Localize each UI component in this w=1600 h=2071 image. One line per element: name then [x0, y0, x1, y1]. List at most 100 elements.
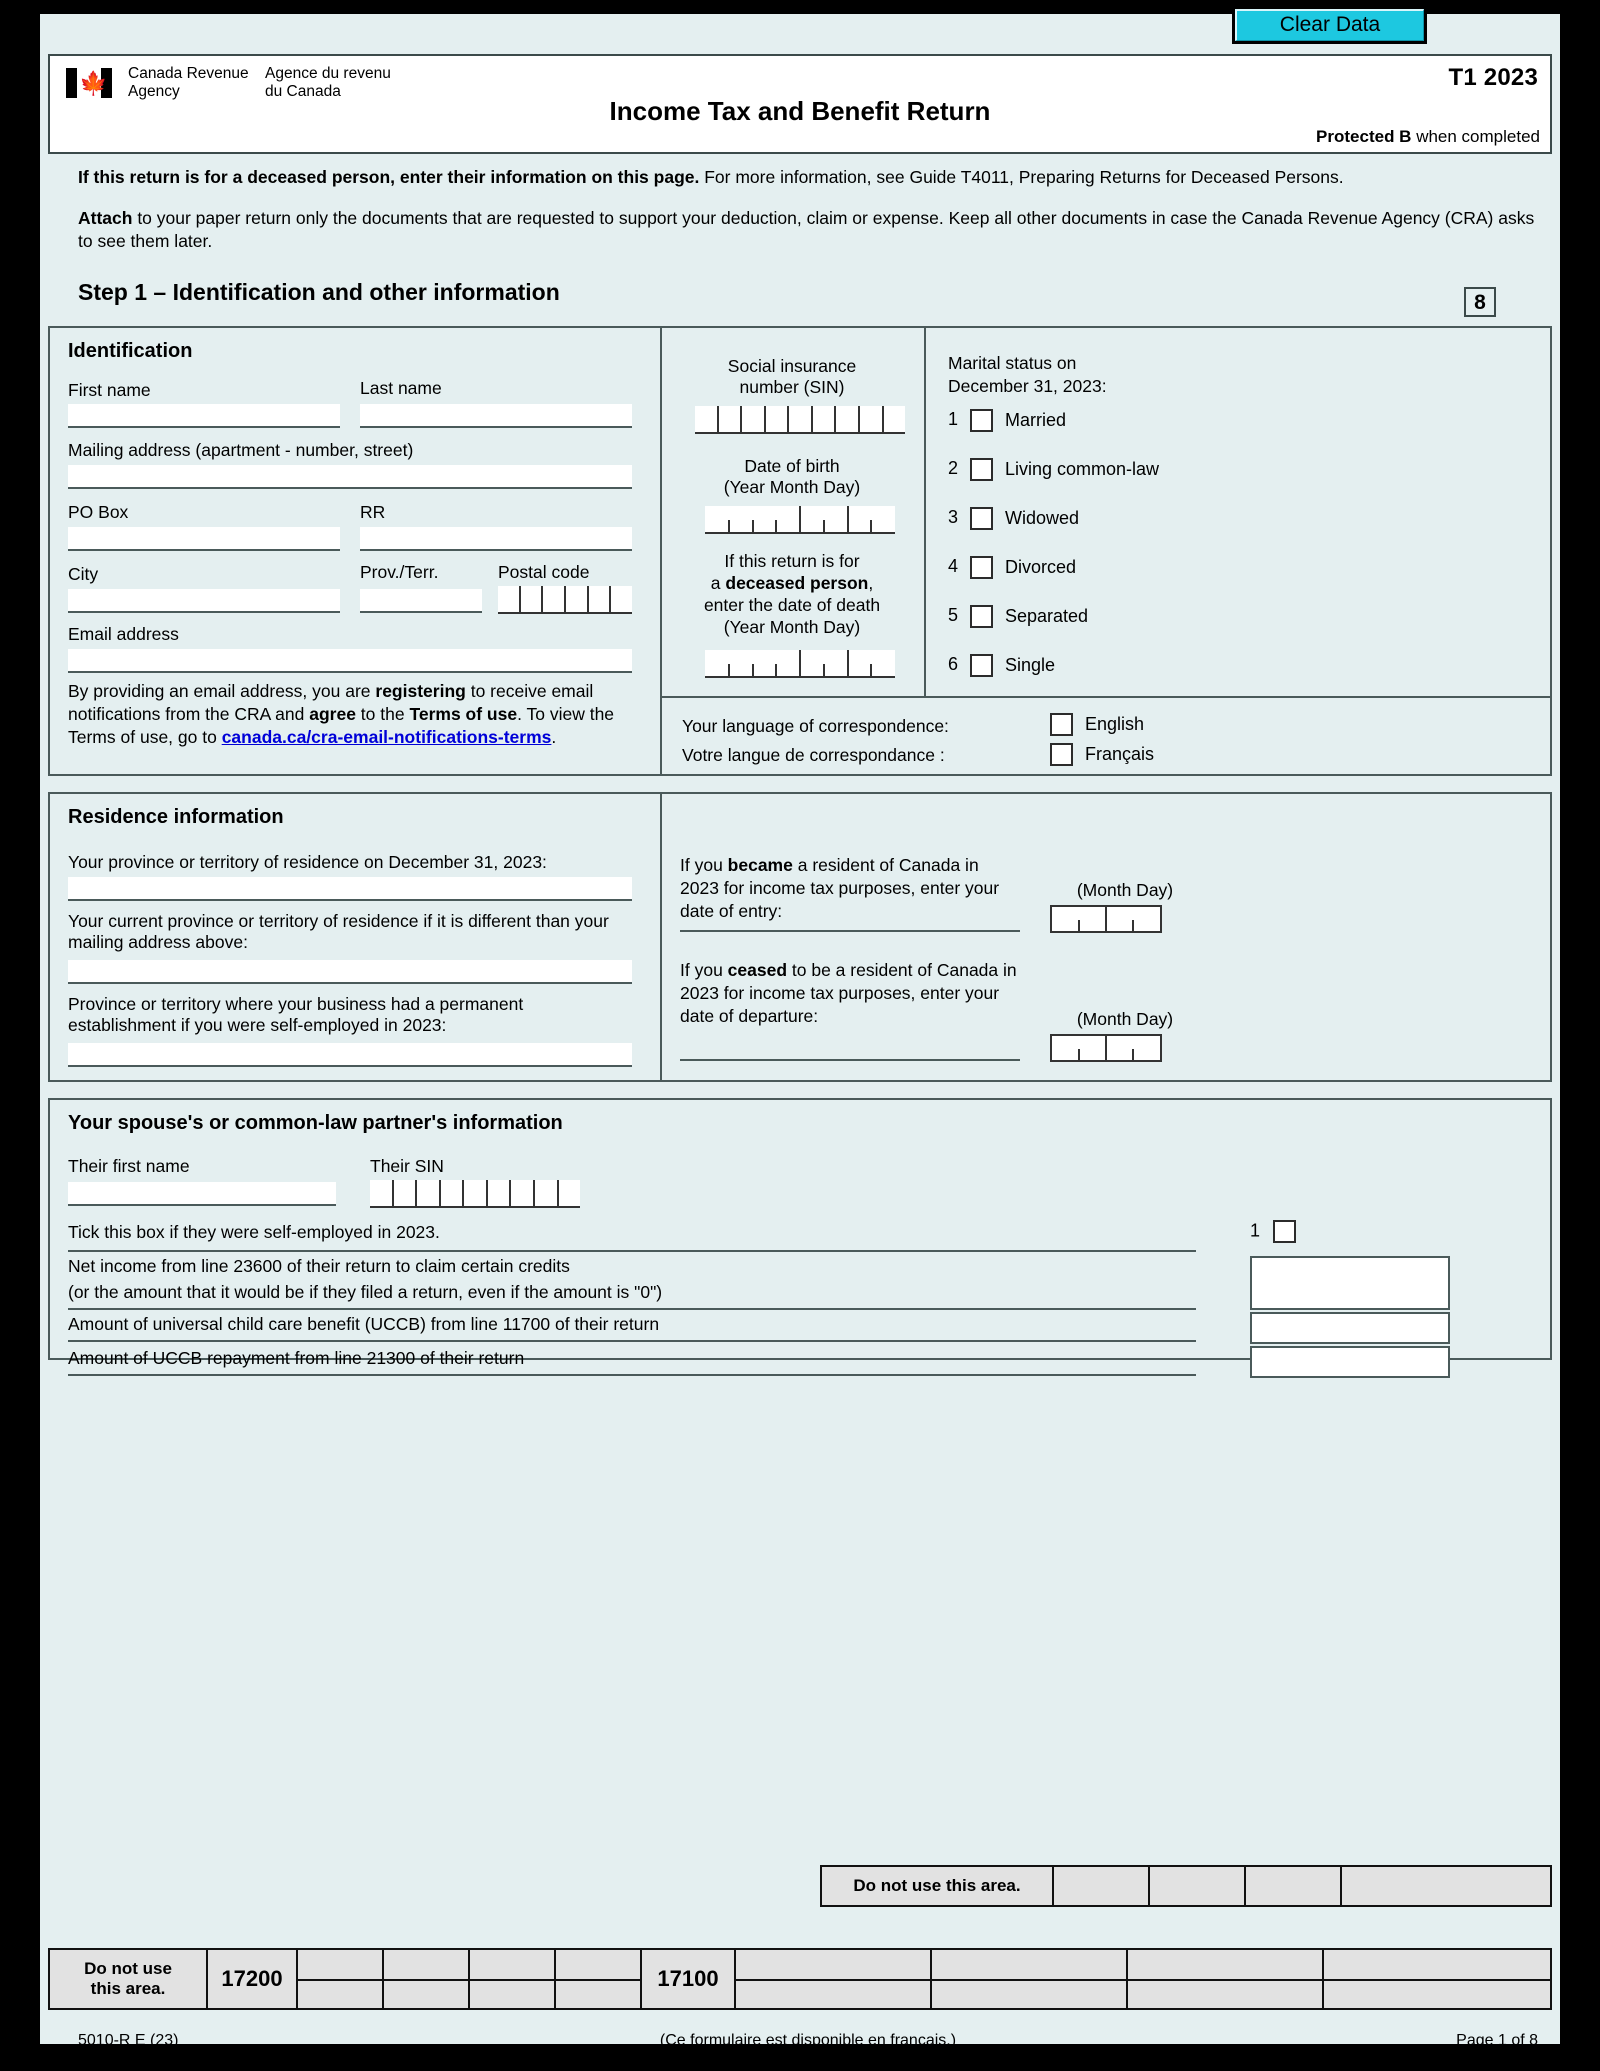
residence-section: Residence information Your province or t…	[48, 792, 1552, 1082]
spouse-uccb-repay-amount[interactable]	[1250, 1346, 1450, 1378]
ceased-resident-rule	[680, 1059, 1020, 1061]
do-not-use-cell-a1	[298, 1950, 384, 2008]
became-bold: became	[727, 855, 793, 875]
date-of-death-input[interactable]	[705, 650, 895, 678]
cra-email-terms-link[interactable]: canada.ca/cra-email-notifications-terms	[222, 727, 552, 747]
divider-vertical-residence	[660, 794, 662, 1080]
marital-checkbox-common-law[interactable]	[970, 457, 993, 481]
language-en-prompt: Your language of correspondence:	[682, 716, 949, 736]
form-header: 🍁 Canada Revenue Agency Agence du revenu…	[48, 54, 1552, 154]
page-marker-box: 8	[1464, 287, 1496, 317]
mailing-address-label: Mailing address (apartment - number, str…	[68, 440, 414, 460]
date-of-birth-input[interactable]	[705, 506, 895, 534]
intro-p2-bold: Attach	[78, 208, 133, 228]
ceased-date-input[interactable]	[1050, 1034, 1162, 1062]
marital-checkbox-single[interactable]	[970, 653, 993, 677]
city-input[interactable]	[68, 589, 340, 613]
canada-flag-icon: 🍁	[66, 68, 112, 98]
language-option-francais[interactable]: Français	[1050, 742, 1154, 766]
death-label-bold: deceased person	[725, 573, 869, 593]
language-fr-prompt: Votre langue de correspondance :	[682, 745, 945, 765]
step1-heading: Step 1 – Identification and other inform…	[78, 279, 560, 305]
prov-terr-input[interactable]	[360, 589, 482, 613]
do-not-use-cell-b1	[736, 1950, 932, 2008]
spouse-self-employed-checkbox[interactable]	[1273, 1220, 1297, 1243]
first-name-input[interactable]	[68, 404, 340, 428]
spouse-net-income-amount[interactable]	[1250, 1256, 1450, 1310]
postal-code-input[interactable]	[498, 586, 632, 614]
intro-paragraph-deceased: If this return is for a deceased person,…	[78, 166, 1538, 189]
footer-french-note: (Ce formulaire est disponible en françai…	[659, 2032, 957, 2049]
language-checkbox-francais[interactable]	[1050, 742, 1073, 766]
consent-bold-registering: registering	[375, 681, 466, 701]
business-province-input[interactable]	[68, 1043, 632, 1067]
marital-option-single[interactable]: 6 Single	[948, 653, 1055, 677]
marital-label-common-law: Living common-law	[1005, 458, 1160, 479]
marital-num-5: 5	[948, 605, 959, 625]
first-name-label: First name	[68, 380, 151, 400]
clear-data-button[interactable]: Clear Data	[1235, 9, 1424, 41]
identification-title: Identification	[68, 340, 193, 362]
current-province-input[interactable]	[68, 960, 632, 984]
do-not-use-left-line2: this area.	[90, 1979, 166, 1998]
residence-title: Residence information	[68, 806, 284, 828]
city-label: City	[68, 564, 99, 584]
divider-vertical-2	[924, 328, 926, 696]
marital-num-2: 2	[948, 458, 959, 478]
do-not-use-cell-b2	[932, 1950, 1128, 2008]
marital-option-divorced[interactable]: 4 Divorced	[948, 555, 1076, 579]
intro-p2-rest: to your paper return only the documents …	[78, 208, 1535, 251]
spouse-net-income-rule	[68, 1308, 1196, 1310]
marital-option-common-law[interactable]: 2 Living common-law	[948, 457, 1159, 481]
spouse-sin-label: Their SIN	[370, 1156, 444, 1176]
do-not-use-top-cell-4	[1342, 1867, 1550, 1905]
sin-input[interactable]	[695, 406, 905, 434]
marital-option-married[interactable]: 1 Married	[948, 408, 1066, 432]
language-checkbox-english[interactable]	[1050, 712, 1073, 736]
marital-checkbox-married[interactable]	[970, 408, 993, 432]
po-box-input[interactable]	[68, 527, 340, 551]
became-date-input[interactable]	[1050, 905, 1162, 933]
spouse-first-name-input[interactable]	[68, 1182, 336, 1206]
current-province-label: Your current province or territory of re…	[68, 911, 609, 952]
clear-data-button-frame: Clear Data	[1232, 6, 1427, 44]
intro-p1-rest: For more information, see Guide T4011, P…	[699, 167, 1344, 187]
date-of-death-label: If this return is for a deceased person,…	[660, 550, 924, 638]
death-label-line2a: a	[710, 573, 726, 593]
intro-paragraph-attach: Attach to your paper return only the doc…	[78, 207, 1538, 253]
marital-option-widowed[interactable]: 3 Widowed	[948, 506, 1079, 530]
spouse-uccb-amount[interactable]	[1250, 1312, 1450, 1344]
province-dec31-input[interactable]	[68, 877, 632, 901]
language-label-english: English	[1085, 713, 1145, 734]
consent-bold-agree: agree	[309, 704, 356, 724]
marital-title-line1: Marital status on	[948, 353, 1077, 373]
became-resident-label: If you became a resident of Canada in 20…	[680, 854, 1020, 923]
line-17200-code: 17200	[221, 1966, 283, 1991]
email-address-label: Email address	[68, 624, 179, 644]
rr-input[interactable]	[360, 527, 632, 551]
mailing-address-input[interactable]	[68, 465, 632, 489]
marital-option-separated[interactable]: 5 Separated	[948, 604, 1088, 628]
marital-checkbox-widowed[interactable]	[970, 506, 993, 530]
ceased-seg-a: If you	[680, 960, 728, 980]
spouse-self-employed-rule	[68, 1250, 1196, 1252]
marital-checkbox-divorced[interactable]	[970, 555, 993, 579]
spouse-self-employed-tick[interactable]: 1	[1250, 1220, 1297, 1243]
language-option-english[interactable]: English	[1050, 712, 1144, 736]
email-address-input[interactable]	[68, 649, 632, 673]
page-title: Income Tax and Benefit Return	[609, 96, 991, 126]
marital-label-divorced: Divorced	[1005, 556, 1077, 577]
do-not-use-cell-a2	[384, 1950, 470, 2008]
marital-checkbox-separated[interactable]	[970, 604, 993, 628]
spouse-uccb-rule	[68, 1340, 1196, 1342]
do-not-use-left-label-cell: Do not use this area.	[50, 1950, 208, 2008]
dob-format-text: (Year Month Day)	[723, 477, 861, 497]
do-not-use-top-cell-3	[1246, 1867, 1342, 1905]
dob-label-text: Date of birth	[744, 456, 840, 476]
do-not-use-top-label: Do not use this area.	[853, 1876, 1021, 1895]
spouse-sin-input[interactable]	[370, 1180, 580, 1208]
last-name-input[interactable]	[360, 404, 632, 428]
ceased-bold: ceased	[727, 960, 788, 980]
do-not-use-left-line1: Do not use	[84, 1959, 172, 1978]
spouse-net-income-label-2: (or the amount that it would be if they …	[68, 1282, 663, 1302]
